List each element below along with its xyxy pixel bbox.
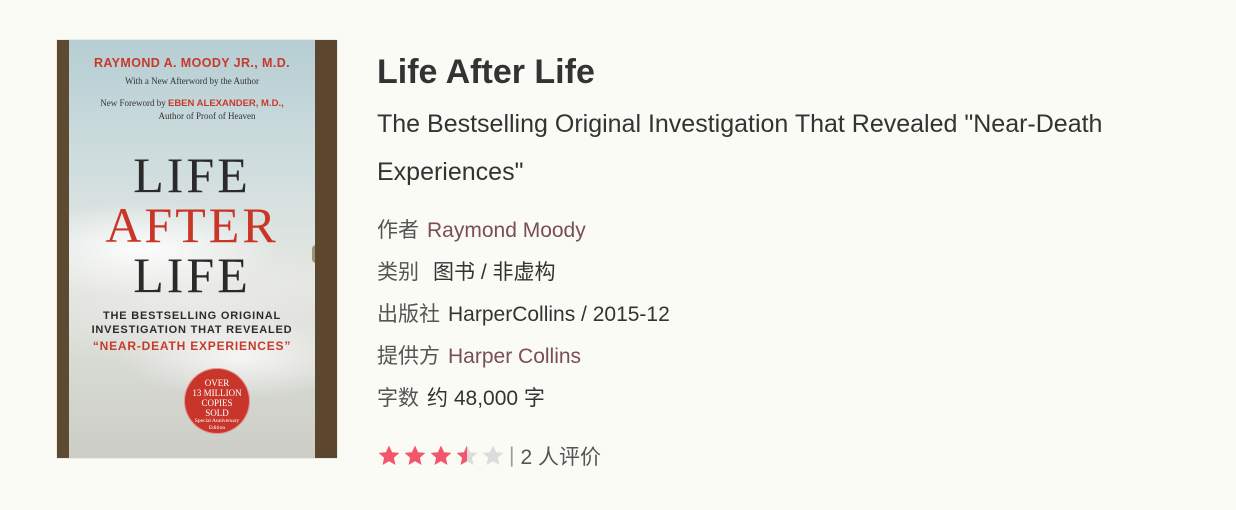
meta-author-row: 作者 Raymond Moody — [377, 210, 1227, 252]
cover-title-line: LIFE — [133, 147, 251, 203]
publisher-label: 出版社 — [377, 303, 440, 326]
book-subtitle: The Bestselling Original Investigation T… — [377, 110, 1103, 186]
book-meta: 作者 Raymond Moody 类别 图书 / 非虚构 出版社 HarperColl… — [377, 210, 1227, 420]
publisher-value: HarperCollins / 2015-12 — [448, 303, 670, 326]
cover-title-line: LIFE — [133, 247, 251, 303]
star-half-icon — [456, 445, 478, 465]
badge-line: Special Anniversary — [194, 418, 240, 424]
book-cover[interactable]: RAYMOND A. MOODY JR., M.D. With a New Af… — [57, 40, 337, 458]
book-info: Life After Life The Bestselling Original… — [377, 48, 1227, 474]
star-filled-icon — [404, 445, 426, 465]
author-label: 作者 — [377, 219, 419, 242]
meta-provider-row: 提供方 Harper Collins — [377, 336, 1227, 378]
cover-foreword-prefix: New Foreword by — [100, 98, 166, 108]
category-value: 图书 / 非虚构 — [433, 261, 556, 284]
wordcount-label: 字数 — [377, 387, 419, 410]
cover-tagline: THE BESTSELLING ORIGINAL — [102, 310, 282, 322]
category-label: 类别 — [377, 261, 419, 284]
book-title: Life After Life — [377, 53, 595, 91]
rating: | 2 人评价 — [377, 438, 1227, 474]
meta-publisher-row: 出版社 HarperCollins / 2015-12 — [377, 294, 1227, 336]
cover-author: RAYMOND A. MOODY JR., M.D. — [93, 56, 291, 70]
badge-line: 13 MILLION — [192, 388, 242, 398]
author-link[interactable]: Raymond Moody — [427, 219, 586, 242]
badge-line: OVER — [204, 378, 230, 388]
rating-separator: | — [509, 444, 515, 467]
star-filled-icon — [430, 445, 452, 465]
star-empty-icon — [482, 445, 504, 465]
copies-sold-badge: OVER 13 MILLION COPIES SOLD Special Anni… — [184, 368, 250, 434]
badge-line: SOLD — [205, 408, 229, 418]
cover-tagline: INVESTIGATION THAT REVEALED — [91, 324, 293, 336]
cover-foreword-name: EBEN ALEXANDER, M.D., — [167, 98, 284, 109]
rating-count[interactable]: 2 人评价 — [520, 441, 601, 471]
provider-label: 提供方 — [377, 345, 440, 368]
cover-foreword: New Foreword by EBEN ALEXANDER, M.D., — [69, 98, 315, 109]
cover-tagline: “NEAR-DEATH EXPERIENCES” — [92, 339, 292, 353]
cover-title-line: AFTER — [105, 197, 279, 253]
meta-category-row: 类别 图书 / 非虚构 — [377, 252, 1227, 294]
provider-link[interactable]: Harper Collins — [448, 345, 581, 368]
cover-afterword: With a New Afterword by the Author — [124, 76, 260, 86]
rating-stars — [377, 444, 505, 468]
meta-wordcount-row: 字数约 48,000 字 — [377, 378, 1227, 420]
star-filled-icon — [378, 445, 400, 465]
cover-foreword-suffix: Author of Proof of Heaven — [158, 111, 256, 121]
badge-line: COPIES — [201, 398, 233, 408]
wordcount-value: 约 48,000 字 — [427, 387, 545, 410]
badge-line: Edition — [208, 425, 226, 431]
